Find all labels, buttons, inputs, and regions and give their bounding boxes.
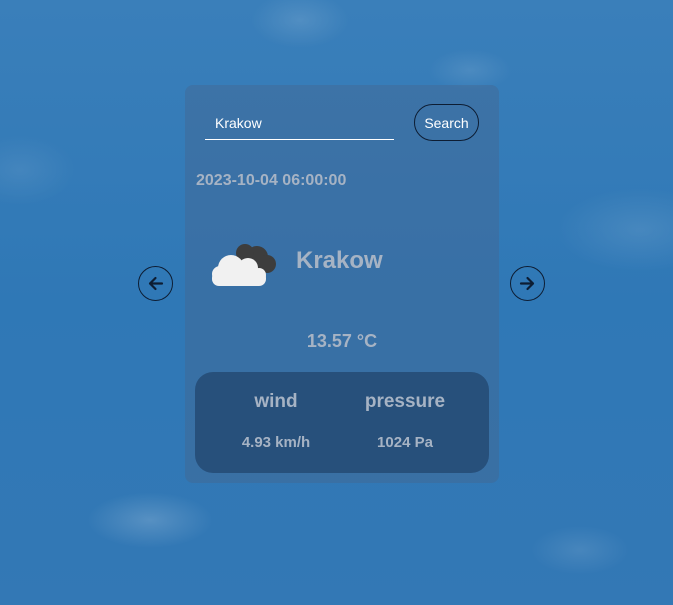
previous-button[interactable] <box>138 266 173 301</box>
weather-card: Search 2023-10-04 06:00:00 Krakow 13.57 … <box>185 85 499 483</box>
pressure-value: 1024 Pa <box>377 434 433 451</box>
stats-panel: wind pressure 4.93 km/h 1024 Pa <box>195 372 489 473</box>
cloud-icon <box>212 244 276 286</box>
temperature: 13.57 °C <box>306 331 378 351</box>
next-button[interactable] <box>510 266 545 301</box>
pressure-label: pressure <box>364 391 446 412</box>
arrow-right-icon <box>519 276 535 291</box>
wind-value: 4.93 km/h <box>241 434 311 451</box>
forecast-datetime: 2023-10-04 06:00:00 <box>196 172 347 189</box>
arrow-left-icon <box>148 276 164 291</box>
wind-label: wind <box>254 391 298 412</box>
search-button[interactable]: Search <box>414 104 479 141</box>
city-name: Krakow <box>296 247 383 274</box>
search-input[interactable] <box>205 107 394 140</box>
